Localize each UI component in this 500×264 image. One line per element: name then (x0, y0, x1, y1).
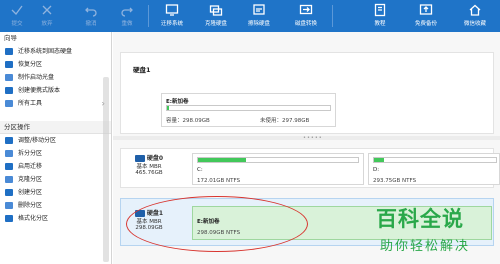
sidebar-item-create-partition[interactable]: 创建分区 (0, 186, 111, 199)
format-icon (5, 215, 13, 222)
usage-bar (373, 157, 497, 163)
close-icon (42, 5, 52, 15)
clone-icon (5, 176, 13, 183)
sidebar-item-migrate-ssd[interactable]: 迁移系统到固态硬盘 (0, 45, 111, 58)
sidebar-item-format-partition[interactable]: 格式化分区 (0, 212, 111, 225)
discard-button[interactable]: 放弃 (34, 0, 60, 32)
split-icon (5, 150, 13, 157)
delete-icon (5, 202, 13, 209)
create-icon (5, 189, 13, 196)
tools-icon (5, 100, 13, 107)
sidebar-item-all-tools[interactable]: 所有工具› (0, 97, 111, 110)
sidebar-item-restore-partition[interactable]: 恢复分区 (0, 58, 111, 71)
disk-clone-icon (209, 5, 223, 16)
redo-button[interactable]: 重做 (114, 0, 140, 32)
usage-bar (166, 105, 331, 111)
volume-name: E:新加卷 (166, 99, 189, 105)
unused-label: 未使用：297.98GB (260, 118, 310, 124)
wechat-button[interactable]: 微信收藏 (458, 0, 492, 32)
partition-d[interactable]: D: 293.75GB NTFS (368, 153, 500, 185)
portable-icon (5, 87, 13, 94)
migrate-partition-icon (5, 163, 13, 170)
sidebar-item-enable-migrate[interactable]: 启用迁移 (0, 160, 111, 173)
sidebar-item-boot-disc[interactable]: 制作启动光盘 (0, 71, 111, 84)
sidebar-scrollbar[interactable] (103, 77, 109, 262)
watermark-title: 百科全说 (376, 207, 464, 231)
partition-ops-header: 分区操作 (0, 121, 111, 134)
main-toolbar: 提交 放弃 撤消 重做 迁移系统 克隆硬盘 擦除硬盘 磁盘转换 教程 免费备份 … (0, 0, 500, 32)
toolbar-divider (148, 5, 149, 27)
disk-detail-panel: 硬盘1 E:新加卷 容量：298.09GB 未使用：297.98GB (120, 52, 494, 134)
redo-icon (121, 7, 133, 17)
sidebar-item-delete-partition[interactable]: 删除分区 (0, 199, 111, 212)
disk-icon (134, 155, 145, 162)
sidebar: 向导 迁移系统到固态硬盘 恢复分区 制作启动光盘 创建便携式版本 所有工具› 分… (0, 32, 112, 264)
migrate-icon (5, 48, 13, 55)
backup-icon (419, 4, 433, 15)
usage-bar (197, 157, 359, 163)
sidebar-item-split[interactable]: 拆分分区 (0, 147, 111, 160)
disk0-info: 硬盘0 基本 MBR 465.76GB (134, 155, 164, 176)
toolbar-divider (332, 5, 333, 27)
capacity-label: 容量：298.09GB (166, 118, 210, 124)
sidebar-item-portable[interactable]: 创建便携式版本 (0, 84, 111, 97)
migrate-os-button[interactable]: 迁移系统 (156, 0, 188, 32)
undo-icon (85, 7, 97, 17)
wipe-disk-button[interactable]: 擦除硬盘 (243, 0, 275, 32)
watermark-subtitle: 助你轻松解决 (380, 239, 471, 254)
volume-card-e[interactable]: E:新加卷 容量：298.09GB 未使用：297.98GB (161, 93, 336, 127)
free-backup-button[interactable]: 免费备份 (410, 0, 442, 32)
partition-c[interactable]: C: 172.01GB NTFS (192, 153, 364, 185)
sidebar-item-resize[interactable]: 调整/移动分区 (0, 134, 111, 147)
disc-icon (5, 74, 13, 81)
wizard-header: 向导 (0, 32, 111, 45)
check-icon (11, 5, 23, 15)
tutorial-button[interactable]: 教程 (368, 0, 392, 32)
red-highlight-ellipse (126, 196, 308, 252)
monitor-icon (165, 4, 179, 16)
disk-detail-title: 硬盘1 (133, 66, 151, 74)
book-icon (374, 3, 386, 17)
disk-row-0[interactable]: 硬盘0 基本 MBR 465.76GB C: 172.01GB NTFS D: … (120, 148, 500, 188)
usage-fill (167, 106, 169, 110)
undo-button[interactable]: 撤消 (78, 0, 104, 32)
splitter[interactable]: ••••• (113, 136, 500, 141)
resize-icon (5, 137, 13, 144)
wipe-disk-icon (253, 4, 265, 15)
commit-button[interactable]: 提交 (4, 0, 30, 32)
convert-disk-button[interactable]: 磁盘转换 (288, 0, 324, 32)
restore-icon (5, 61, 13, 68)
home-icon (469, 4, 481, 16)
clone-disk-button[interactable]: 克隆硬盘 (200, 0, 232, 32)
sidebar-item-clone-partition[interactable]: 克隆分区 (0, 173, 111, 186)
convert-icon (299, 4, 313, 15)
